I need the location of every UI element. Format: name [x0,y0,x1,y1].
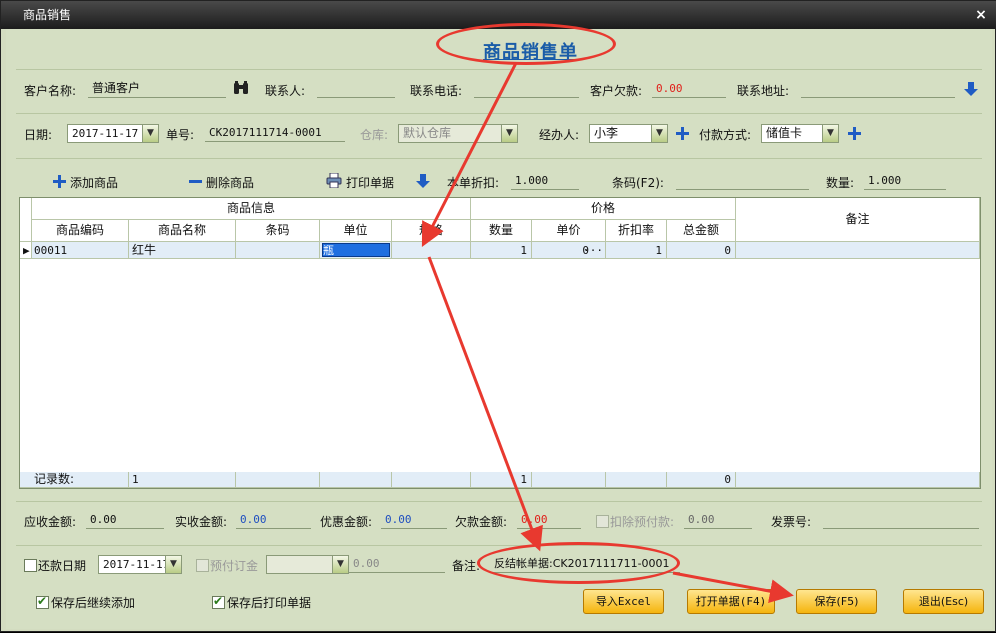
sales-window: 商品销售 × 商品销售单 客户名称: 普通客户 联系人: 联系电话: 客户欠款:… [0,0,996,632]
annotation-arrows [421,62,794,604]
